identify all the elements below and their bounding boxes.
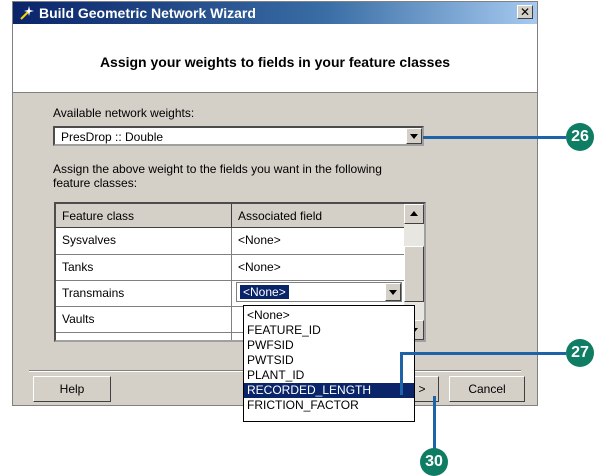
field-dropdown-button[interactable] [385,283,401,301]
callout-26: 26 [566,123,594,151]
network-weights-value: PresDrop :: Double [61,130,164,144]
scroll-thumb[interactable] [404,246,424,302]
table-row-feature-class[interactable]: Tanks [56,255,232,281]
list-item[interactable]: FEATURE_ID [244,323,414,338]
close-icon: ✕ [519,5,531,19]
table-row-feature-class[interactable]: Transmains [56,281,232,307]
table-row-feature-class[interactable]: Distribmains [56,333,232,340]
assign-instructions-2: feature classes: [53,176,138,190]
callout-30: 30 [420,448,448,476]
weights-dropdown-button[interactable] [406,128,422,144]
wizard-window: Build Geometric Network Wizard ✕ Assign … [12,1,538,422]
column-header-feature-class[interactable]: Feature class [56,204,232,228]
wizard-header: Assign your weights to fields in your fe… [13,24,537,93]
table-row-field[interactable]: <None> [232,228,404,255]
chevron-down-icon [410,134,418,139]
callout-27: 27 [566,339,594,367]
callout-line-27-drop [400,352,403,395]
associated-field-dropdown[interactable]: <None> [236,282,402,302]
list-item[interactable]: PLANT_ID [244,368,414,383]
scroll-up-button[interactable] [404,204,424,224]
table-row-feature-class[interactable]: Vaults [56,307,232,333]
chevron-down-icon [389,290,397,295]
cancel-button[interactable]: Cancel [449,376,525,402]
network-wizard-icon [20,6,34,20]
scroll-up-icon [410,211,418,216]
title-bar[interactable]: Build Geometric Network Wizard ✕ [13,2,537,24]
weights-label: Available network weights: [53,106,195,120]
column-header-associated-field[interactable]: Associated field [232,204,404,228]
list-item[interactable]: PWFSID [244,338,414,353]
close-button[interactable]: ✕ [517,5,533,19]
list-item-selected[interactable]: RECORDED_LENGTH [244,383,414,398]
list-item[interactable]: PWTSID [244,353,414,368]
network-weights-dropdown[interactable]: PresDrop :: Double [53,126,424,146]
help-button[interactable]: Help [33,376,111,402]
page-heading: Assign your weights to fields in your fe… [99,54,451,70]
table-row-feature-class[interactable]: Sysvalves [56,228,232,255]
list-item[interactable]: <None> [244,308,414,323]
assign-instructions-1: Assign the above weight to the fields yo… [53,162,382,176]
window-title: Build Geometric Network Wizard [39,5,256,21]
callout-line-27 [400,352,566,355]
table-row-field[interactable]: <None> [232,255,404,281]
callout-line-30 [433,396,436,452]
callout-line-26 [423,136,566,139]
list-item[interactable]: FRICTION_FACTOR [244,398,414,413]
field-options-list[interactable]: <None> FEATURE_ID PWFSID PWTSID PLANT_ID… [243,305,415,422]
associated-field-value: <None> [239,284,290,300]
